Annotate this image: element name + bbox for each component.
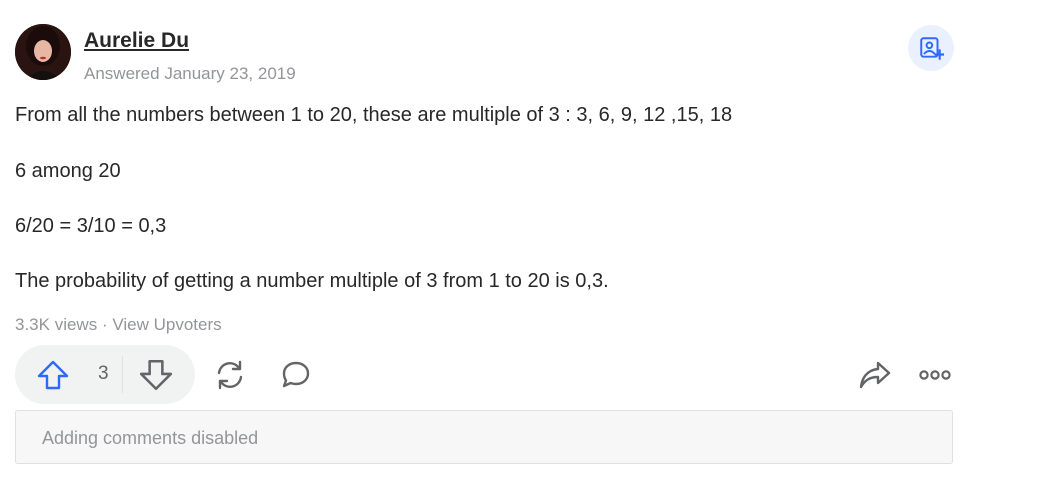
views-count: 3.3K views [15,315,98,334]
more-dots-icon [919,370,951,380]
share-arrow-icon [859,361,891,389]
meta-separator: · [101,315,108,334]
upvote-count: 3 [98,363,109,384]
avatar-photo-icon [15,24,71,80]
comments-disabled-text: Adding comments disabled [42,428,259,448]
answer-card: Aurelie Du Answered January 23, 2019 Fro… [0,0,1062,480]
author-name[interactable]: Aurelie Du [84,29,189,53]
arrow-up-icon [37,360,69,390]
answer-paragraph: 6 among 20 [15,160,121,182]
reshare-button[interactable] [212,357,248,393]
share-button[interactable] [857,357,893,393]
follow-button[interactable] [908,25,954,71]
answer-paragraph: 6/20 = 3/10 = 0,3 [15,215,167,237]
comment-bubble-icon [282,361,310,388]
vote-divider [122,356,123,393]
refresh-icon [217,360,243,390]
answer-meta: 3.3K views · View Upvoters [15,315,222,335]
upvote-button[interactable]: 3 [15,345,122,404]
downvote-button[interactable] [138,357,174,393]
comment-box-disabled: Adding comments disabled [15,410,953,464]
arrow-down-icon [139,359,173,391]
view-upvoters-link[interactable]: View Upvoters [112,315,221,334]
comment-button[interactable] [278,357,314,393]
more-button[interactable] [917,357,953,393]
answer-paragraph: From all the numbers between 1 to 20, th… [15,104,733,126]
person-plus-icon [920,37,944,60]
answered-date: Answered January 23, 2019 [84,64,296,83]
vote-pill: 3 [15,345,195,404]
answer-paragraph: The probability of getting a number mult… [15,270,609,292]
avatar[interactable] [15,24,71,80]
